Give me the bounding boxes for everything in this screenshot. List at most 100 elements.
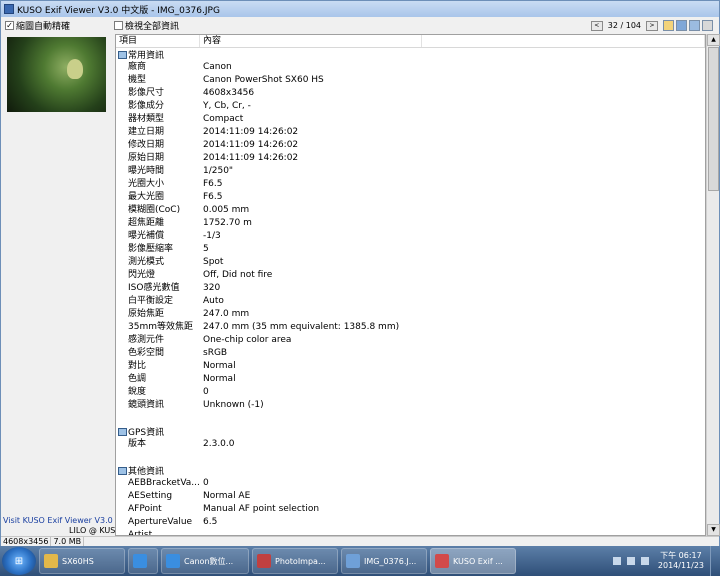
prev-image-button[interactable]: < (590, 20, 603, 31)
scroll-up-icon[interactable]: ▲ (707, 34, 720, 46)
column-header-item[interactable]: 項目 (116, 35, 200, 47)
taskbar-button[interactable]: IMG_0376.J... (341, 548, 427, 574)
row-value: 0.005 mm (203, 205, 250, 215)
table-row[interactable]: AESetting Normal AE (116, 490, 705, 503)
system-tray: 下午 06:17 2014/11/23 (610, 546, 720, 576)
row-value: 2014:11:09 14:26:02 (203, 153, 299, 163)
taskbar-button-label: PhotoImpa... (275, 556, 326, 566)
row-key: 色調 (128, 374, 147, 384)
taskbar-button[interactable]: SX60HS (39, 548, 125, 574)
volume-icon[interactable] (640, 557, 649, 565)
show-desktop-button[interactable] (710, 546, 720, 576)
title-bar[interactable]: KUSO Exif Viewer V3.0 中文版 - IMG_0376.JPG (1, 1, 719, 17)
table-row[interactable]: 機型 Canon PowerShot SX60 HS (116, 74, 705, 87)
table-row[interactable]: ISO感光數值 320 (116, 282, 705, 295)
table-row[interactable]: 最大光圈 F6.5 (116, 191, 705, 204)
row-key: 影像尺寸 (128, 88, 165, 98)
column-header-empty (422, 35, 705, 47)
column-header-content[interactable]: 內容 (200, 35, 422, 47)
table-row[interactable]: 超焦距離 1752.70 m (116, 217, 705, 230)
table-row[interactable]: 感測元件 One-chip color area (116, 334, 705, 347)
taskbar-button-label: IMG_0376.J... (364, 556, 417, 566)
row-value: -1/3 (203, 231, 221, 241)
group-label: GPS資訊 (128, 428, 165, 438)
table-row[interactable]: 模糊圈(CoC) 0.005 mm (116, 204, 705, 217)
table-row[interactable]: ApertureValue 6.5 (116, 516, 705, 529)
table-row[interactable]: 光圈大小 F6.5 (116, 178, 705, 191)
tray-expand-icon[interactable] (612, 557, 621, 565)
taskbar-button[interactable]: Canon數位... (161, 548, 249, 574)
table-row[interactable]: 版本 2.3.0.0 (116, 438, 705, 451)
table-row[interactable]: 修改日期 2014:11:09 14:26:02 (116, 139, 705, 152)
page-counter: 32 / 104 (607, 21, 641, 30)
table-row[interactable]: 曝光補償 -1/3 (116, 230, 705, 243)
table-row[interactable]: 原始焦距 247.0 mm (116, 308, 705, 321)
group-header[interactable]: 常用資訊 (116, 48, 705, 61)
start-button[interactable]: ⊞ (2, 547, 36, 575)
row-value: 1/250" (203, 166, 234, 176)
table-row[interactable]: Artist (116, 529, 705, 535)
clock-date: 2014/11/23 (657, 561, 704, 570)
row-key: 鏡頭資訊 (128, 400, 165, 410)
row-value: F6.5 (203, 179, 223, 189)
table-row[interactable]: 建立日期 2014:11:09 14:26:02 (116, 126, 705, 139)
table-row[interactable]: 對比 Normal (116, 360, 705, 373)
export-icon[interactable] (702, 20, 713, 31)
table-row[interactable]: 影像成分 Y, Cb, Cr, - (116, 100, 705, 113)
show-all-checkbox[interactable]: 檢視全部資訊 (114, 19, 179, 32)
thumb-fit-checkbox[interactable]: ✓ 縮圖自動精確 (5, 19, 70, 32)
window-title: KUSO Exif Viewer V3.0 中文版 - IMG_0376.JPG (17, 5, 220, 16)
table-row[interactable]: AEBBracketVa... 0 (116, 477, 705, 490)
row-value: 2014:11:09 14:26:02 (203, 127, 299, 137)
checkbox-unchecked[interactable] (114, 21, 124, 30)
table-row[interactable]: 曝光時間 1/250" (116, 165, 705, 178)
table-row[interactable]: 影像壓縮率 5 (116, 243, 705, 256)
network-icon[interactable] (626, 557, 635, 565)
bird-in-thumbnail (67, 59, 83, 79)
row-value: 247.0 mm (203, 309, 250, 319)
visit-link[interactable]: Visit KUSO Exif Viewer V3.0 (3, 516, 113, 525)
row-key: 修改日期 (128, 140, 165, 150)
table-row[interactable]: 測光模式 Spot (116, 256, 705, 269)
vertical-scrollbar[interactable]: ▲ ▼ (706, 34, 720, 536)
table-row[interactable]: 影像尺寸 4608x3456 (116, 87, 705, 100)
row-value: Auto (203, 296, 224, 306)
clock-time: 下午 06:17 (660, 551, 702, 560)
row-key: AESetting (128, 491, 173, 501)
row-value: 1752.70 m (203, 218, 252, 228)
clock[interactable]: 下午 06:17 2014/11/23 (658, 551, 704, 571)
row-key: 廠商 (128, 62, 147, 72)
table-row[interactable]: AFPoint Manual AF point selection (116, 503, 705, 516)
open-folder-icon[interactable] (663, 20, 674, 31)
scroll-thumb[interactable] (708, 47, 719, 191)
table-row[interactable]: 白平衡設定 Auto (116, 295, 705, 308)
taskbar-button[interactable] (128, 548, 158, 574)
image-thumbnail[interactable] (7, 37, 106, 112)
taskbar-button[interactable]: PhotoImpa... (252, 548, 338, 574)
next-image-button[interactable]: > (646, 20, 658, 31)
table-row[interactable]: 器材類型 Compact (116, 113, 705, 126)
row-key: 建立日期 (128, 127, 165, 137)
table-row[interactable]: 35mm等效焦距 247.0 mm (35 mm equivalent: 1385… (116, 321, 705, 334)
table-row[interactable]: 原始日期 2014:11:09 14:26:02 (116, 152, 705, 165)
row-value: Compact (203, 114, 244, 124)
taskbar-button[interactable]: KUSO Exif ... (430, 548, 516, 574)
group-header[interactable]: 其他資訊 (116, 464, 705, 477)
save-as-icon[interactable] (689, 20, 700, 31)
scroll-down-icon[interactable]: ▼ (707, 524, 720, 536)
table-row[interactable]: 色調 Normal (116, 373, 705, 386)
group-header[interactable]: GPS資訊 (116, 425, 705, 438)
row-value: 2014:11:09 14:26:02 (203, 140, 299, 150)
table-row[interactable]: 閃光燈 Off, Did not fire (116, 269, 705, 282)
table-row[interactable]: 色彩空間 sRGB (116, 347, 705, 360)
row-value: F6.5 (203, 192, 223, 202)
table-row[interactable]: 鏡頭資訊 Unknown (-1) (116, 399, 705, 412)
row-key: 模糊圈(CoC) (128, 205, 181, 215)
table-row[interactable]: 廠商 Canon (116, 61, 705, 74)
checkbox-checked[interactable]: ✓ (5, 21, 14, 30)
table-row[interactable]: 銳度 0 (116, 386, 705, 399)
row-key: 機型 (128, 75, 147, 85)
save-icon[interactable] (676, 20, 687, 31)
group-folder-icon (118, 50, 127, 59)
